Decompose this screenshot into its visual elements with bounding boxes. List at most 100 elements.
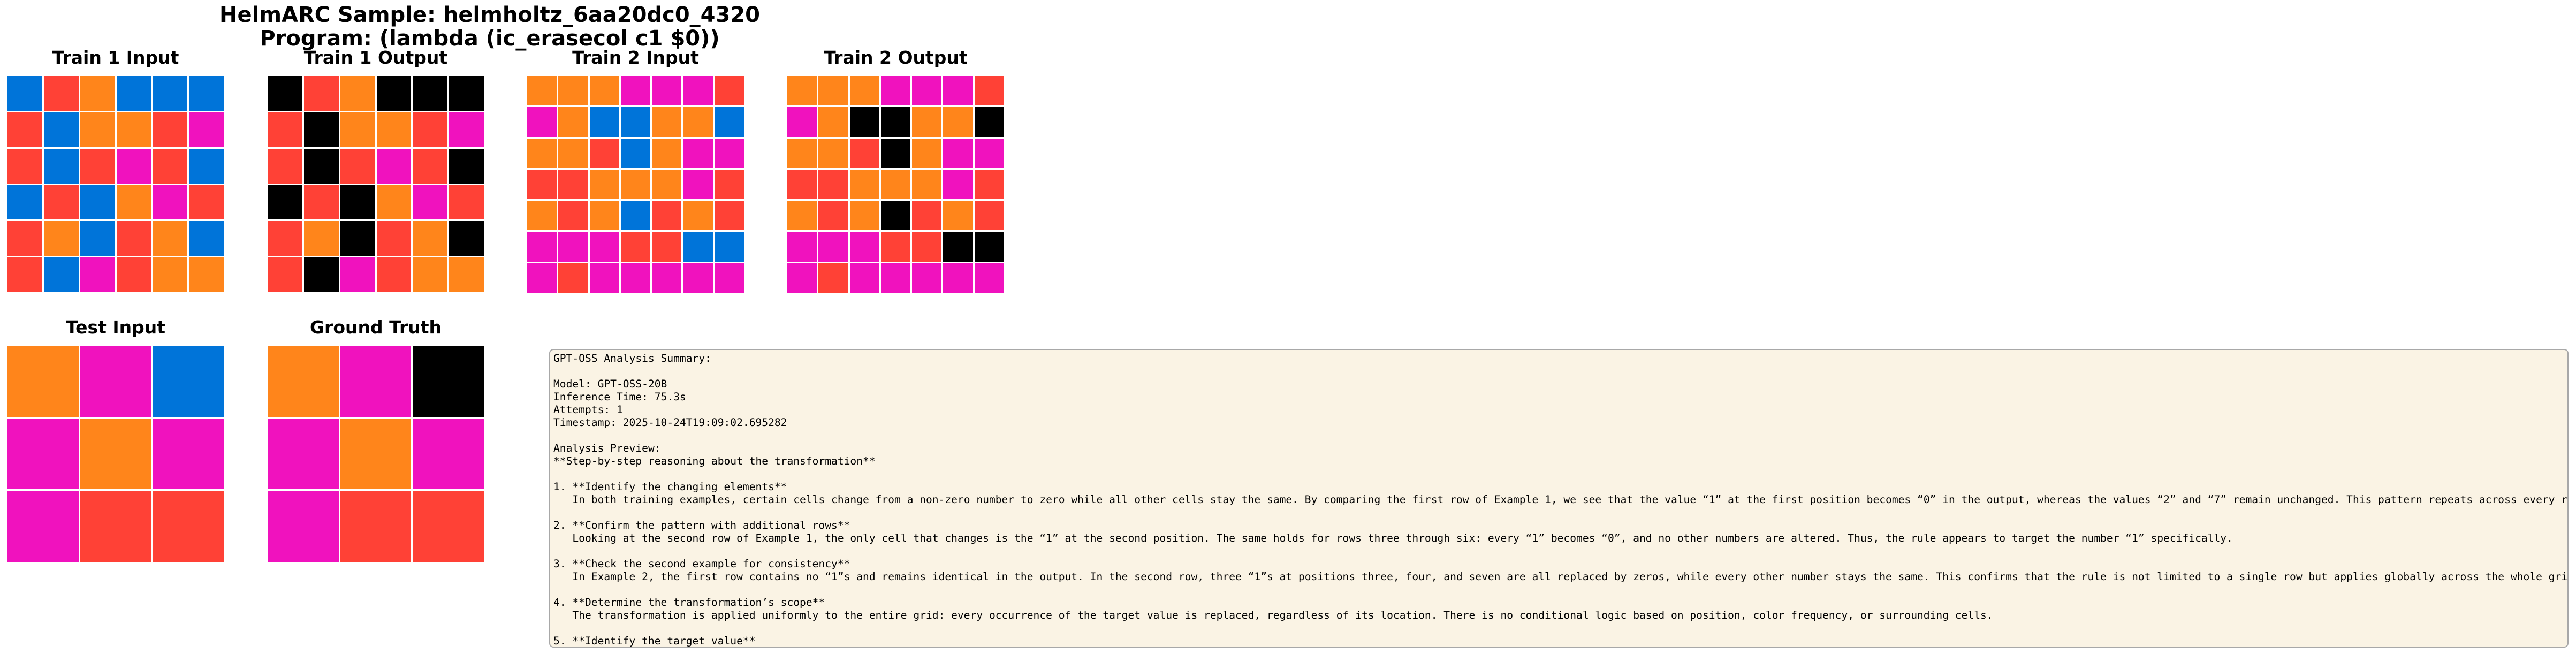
grid-cell-red [558, 201, 588, 231]
grid-cell-red [80, 148, 115, 184]
grid-cell-orange [787, 201, 817, 231]
grid-cell-black [413, 76, 448, 111]
grid-cell-magenta [268, 491, 339, 562]
grid-cell-red [7, 148, 42, 184]
grid-cell-black [449, 148, 484, 184]
grid-cell-red [714, 201, 744, 231]
grid-cell-black [449, 76, 484, 111]
panel-ground-truth: Ground Truth [268, 318, 484, 562]
grid-cell-orange [912, 138, 942, 168]
grid-cell-red [413, 112, 448, 147]
grid-cell-blue [683, 232, 713, 262]
grid-cell-red [974, 76, 1004, 106]
grid-cell-black [974, 232, 1004, 262]
grid-cell-red [589, 138, 619, 168]
grid-cell-magenta [80, 257, 115, 292]
grid-cell-orange [683, 201, 713, 231]
analysis-summary-box: GPT-OSS Analysis Summary: Model: GPT-OSS… [549, 349, 2569, 648]
grid-test-input [7, 346, 224, 562]
grid-cell-orange [787, 76, 817, 106]
grid-cell-magenta [652, 76, 682, 106]
grid-cell-magenta [818, 232, 848, 262]
grid-cell-blue [620, 201, 651, 231]
grid-cell-magenta [714, 138, 744, 168]
grid-cell-orange [153, 221, 188, 256]
grid-cell-red [413, 491, 484, 562]
grid-cell-magenta [80, 346, 151, 417]
grid-cell-red [43, 185, 79, 220]
grid-cell-red [268, 257, 302, 292]
grid-cell-red [652, 201, 682, 231]
grid-cell-blue [620, 138, 651, 168]
grid-cell-red [449, 185, 484, 220]
panel-title: Train 1 Input [52, 47, 179, 68]
grid-cell-orange [652, 138, 682, 168]
grid-cell-magenta [974, 138, 1004, 168]
grid-cell-black [880, 107, 911, 137]
grid-cell-magenta [527, 107, 557, 137]
grid-cell-magenta [413, 418, 484, 490]
grid-cell-red [558, 169, 588, 200]
grid-cell-red [153, 491, 224, 562]
grid-train-2-output [787, 76, 1004, 293]
grid-cell-magenta [620, 263, 651, 293]
grid-cell-red [153, 112, 188, 147]
grid-cell-red [974, 201, 1004, 231]
grid-cell-red [268, 221, 302, 256]
grid-cell-magenta [974, 263, 1004, 293]
grid-cell-black [268, 185, 302, 220]
grid-cell-magenta [153, 185, 188, 220]
grid-cell-magenta [116, 148, 151, 184]
grid-cell-red [818, 169, 848, 200]
grid-cell-orange [880, 169, 911, 200]
grid-cell-orange [153, 257, 188, 292]
grid-cell-orange [620, 169, 651, 200]
figure-title: HelmARC Sample: helmholtz_6aa20dc0_4320 … [0, 3, 979, 50]
grid-cell-red [189, 185, 224, 220]
grid-cell-red [268, 112, 302, 147]
grid-cell-magenta [340, 346, 412, 417]
grid-cell-magenta [787, 107, 817, 137]
grid-ground-truth [268, 346, 484, 562]
grid-cell-black [413, 346, 484, 417]
panel-train-2-input: Train 2 Input [527, 48, 744, 293]
panel-title: Test Input [65, 317, 166, 338]
grid-cell-magenta [943, 76, 973, 106]
grid-cell-orange [912, 107, 942, 137]
grid-cell-black [974, 107, 1004, 137]
grid-cell-orange [413, 221, 448, 256]
grid-cell-orange [340, 76, 375, 111]
grid-cell-magenta [880, 263, 911, 293]
grid-cell-orange [340, 112, 375, 147]
grid-train-2-input [527, 76, 744, 293]
grid-cell-magenta [849, 263, 879, 293]
grid-cell-magenta [340, 257, 375, 292]
grid-cell-orange [787, 138, 817, 168]
grid-cell-black [943, 232, 973, 262]
grid-cell-red [620, 232, 651, 262]
grid-cell-blue [153, 346, 224, 417]
grid-cell-orange [683, 107, 713, 137]
grid-cell-black [849, 107, 879, 137]
grid-cell-magenta [620, 76, 651, 106]
grid-cell-red [714, 76, 744, 106]
grid-cell-blue [7, 185, 42, 220]
grid-cell-red [912, 201, 942, 231]
grid-cell-magenta [787, 232, 817, 262]
grid-cell-blue [80, 221, 115, 256]
grid-cell-orange [558, 138, 588, 168]
grid-cell-magenta [652, 263, 682, 293]
grid-cell-blue [7, 76, 42, 111]
grid-cell-orange [558, 76, 588, 106]
analysis-summary-text: GPT-OSS Analysis Summary: Model: GPT-OSS… [553, 352, 2568, 647]
grid-cell-orange [589, 169, 619, 200]
grid-cell-magenta [527, 263, 557, 293]
grid-cell-black [880, 201, 911, 231]
grid-cell-red [652, 232, 682, 262]
grid-cell-orange [116, 185, 151, 220]
grid-cell-magenta [683, 263, 713, 293]
grid-cell-orange [589, 76, 619, 106]
grid-cell-blue [589, 107, 619, 137]
grid-cell-magenta [787, 263, 817, 293]
grid-cell-red [912, 232, 942, 262]
